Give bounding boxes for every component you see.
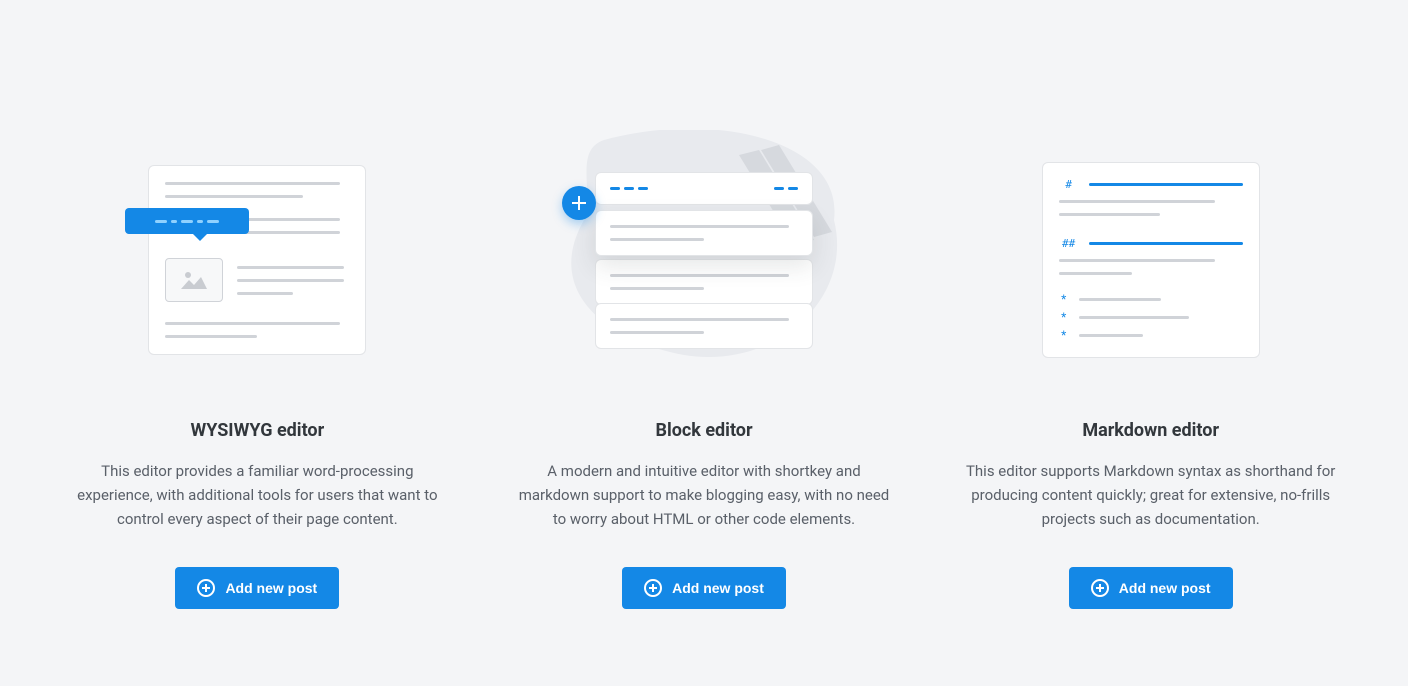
wysiwyg-illustration <box>107 140 407 380</box>
markdown-description: This editor supports Markdown syntax as … <box>957 459 1344 531</box>
block-card-1 <box>595 172 813 205</box>
md-bullets: * * * <box>1059 293 1243 341</box>
md-bullet-symbol: * <box>1059 293 1069 305</box>
editor-cards: WYSIWYG editor This editor provides a fa… <box>64 140 1344 609</box>
button-label: Add new post <box>1119 580 1211 596</box>
md-h2-symbol: ## <box>1059 238 1079 249</box>
button-label: Add new post <box>672 580 764 596</box>
wysiwyg-add-post-button[interactable]: Add new post <box>175 567 339 609</box>
block-add-post-button[interactable]: Add new post <box>622 567 786 609</box>
wysiwyg-document-icon <box>148 165 366 355</box>
wysiwyg-description: This editor provides a familiar word-pro… <box>64 459 451 531</box>
image-placeholder-icon <box>165 258 223 302</box>
plus-circle-icon <box>1091 579 1109 597</box>
markdown-add-post-button[interactable]: Add new post <box>1069 567 1233 609</box>
wysiwyg-card: WYSIWYG editor This editor provides a fa… <box>64 140 451 609</box>
block-title: Block editor <box>655 420 752 441</box>
plus-circle-icon <box>644 579 662 597</box>
block-card-3 <box>595 259 813 305</box>
block-description: A modern and intuitive editor with short… <box>511 459 898 531</box>
wysiwyg-title: WYSIWYG editor <box>190 420 324 441</box>
markdown-title: Markdown editor <box>1082 420 1219 441</box>
md-bullet-symbol: * <box>1059 329 1069 341</box>
markdown-card: # ## * * * Markdown editor This edito <box>957 140 1344 609</box>
markdown-illustration: # ## * * * <box>1001 140 1301 380</box>
plus-circle-icon <box>197 579 215 597</box>
add-block-button-icon <box>562 186 596 220</box>
block-illustration <box>554 140 854 380</box>
tooltip-icon <box>125 208 249 234</box>
block-card-4 <box>595 303 813 349</box>
md-bullet-symbol: * <box>1059 311 1069 323</box>
block-card-2 <box>595 210 813 256</box>
block-card: Block editor A modern and intuitive edit… <box>511 140 898 609</box>
markdown-document-icon: # ## * * * <box>1042 162 1260 358</box>
button-label: Add new post <box>225 580 317 596</box>
md-h1-symbol: # <box>1059 179 1079 190</box>
